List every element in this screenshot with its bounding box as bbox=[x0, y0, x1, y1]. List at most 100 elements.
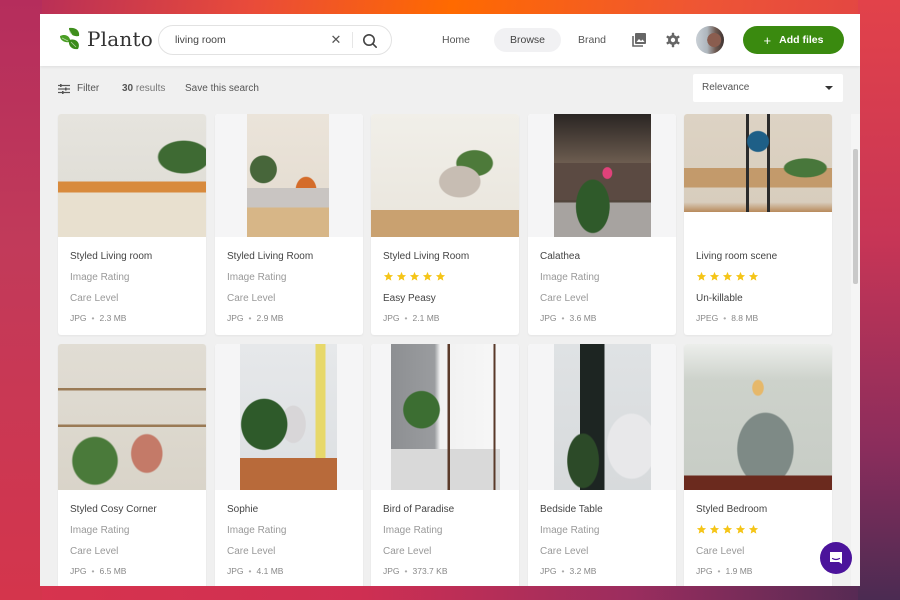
results-count: 30 results bbox=[122, 83, 165, 94]
image-card[interactable]: Calathea Image Rating Care Level JPG • 3.6… bbox=[528, 114, 676, 335]
filter-button[interactable]: Filter bbox=[58, 83, 99, 94]
living-room-photo bbox=[684, 114, 832, 212]
card-title: Styled Living Room bbox=[227, 251, 314, 262]
card-thumbnail bbox=[215, 344, 363, 490]
file-size: 3.2 MB bbox=[569, 566, 597, 576]
cosy-corner-photo bbox=[58, 344, 206, 490]
star-icon bbox=[696, 271, 707, 281]
star-icon bbox=[722, 271, 733, 281]
card-thumbnail bbox=[684, 114, 832, 237]
card-title: Sophie bbox=[227, 504, 259, 515]
top-header: Planto ✕ Home Browse Brand bbox=[40, 14, 860, 66]
card-title: Bedside Table bbox=[540, 504, 603, 515]
avatar[interactable] bbox=[696, 26, 724, 54]
card-rating: Image Rating bbox=[70, 272, 130, 283]
card-thumbnail bbox=[684, 344, 832, 490]
bedroom-photo bbox=[684, 344, 832, 490]
card-thumbnail bbox=[528, 114, 676, 237]
card-thumbnail bbox=[215, 114, 363, 237]
calathea-photo bbox=[554, 114, 651, 237]
card-thumbnail bbox=[528, 344, 676, 490]
bedside-table-photo bbox=[554, 344, 651, 490]
card-care-level: Care Level bbox=[540, 293, 589, 304]
file-size: 1.9 MB bbox=[725, 566, 753, 576]
nav-browse[interactable]: Browse bbox=[494, 28, 562, 52]
add-files-label: Add files bbox=[779, 34, 824, 46]
card-rating: Image Rating bbox=[227, 525, 287, 536]
gear-icon[interactable] bbox=[664, 31, 682, 49]
app-window: Planto ✕ Home Browse Brand bbox=[40, 14, 860, 586]
file-size: 6.5 MB bbox=[99, 566, 127, 576]
card-title: Styled Living room bbox=[70, 251, 153, 262]
image-card[interactable]: Styled Living Room Easy Peasy JPG • 2.1 MB bbox=[371, 114, 519, 335]
search-input[interactable] bbox=[175, 34, 325, 46]
logo[interactable]: Planto bbox=[58, 26, 153, 52]
card-care-level: Care Level bbox=[70, 546, 119, 557]
leaf-logo-icon bbox=[58, 26, 82, 52]
photo-library-icon[interactable] bbox=[630, 31, 648, 49]
image-card[interactable]: Bird of Paradise Image Rating Care Level… bbox=[371, 344, 519, 586]
search-icon[interactable] bbox=[360, 31, 380, 51]
search-bar: ✕ bbox=[158, 25, 392, 55]
image-card[interactable]: Sophie Image Rating Care Level JPG • 4.1 M… bbox=[215, 344, 363, 586]
card-thumbnail bbox=[371, 344, 519, 490]
card-rating: Image Rating bbox=[227, 272, 287, 283]
card-rating: Image Rating bbox=[540, 525, 600, 536]
card-title: Bird of Paradise bbox=[383, 504, 455, 515]
search-divider bbox=[352, 32, 353, 48]
image-card[interactable]: Styled Bedroom Care Level JPG • 1.9 MB bbox=[684, 344, 832, 586]
add-files-button[interactable]: + Add files bbox=[743, 26, 844, 54]
file-size: 373.7 KB bbox=[412, 566, 448, 576]
star-icon bbox=[748, 271, 759, 281]
save-search-link[interactable]: Save this search bbox=[185, 83, 259, 94]
chat-button[interactable] bbox=[820, 542, 852, 574]
card-meta: JPG • 2.1 MB bbox=[383, 313, 440, 323]
file-size: 8.8 MB bbox=[731, 313, 759, 323]
logo-text: Planto bbox=[87, 27, 153, 51]
card-thumbnail bbox=[58, 344, 206, 490]
results-number: 30 bbox=[122, 83, 134, 94]
chat-bubble-icon bbox=[830, 552, 842, 564]
card-meta: JPEG • 8.8 MB bbox=[696, 313, 759, 323]
living-room-photo bbox=[58, 114, 206, 237]
file-size: 4.1 MB bbox=[256, 566, 284, 576]
image-card[interactable]: Living room scene Un-killable JPEG • 8.8 M… bbox=[684, 114, 832, 335]
file-size: 3.6 MB bbox=[569, 313, 597, 323]
image-card[interactable]: Bedside Table Image Rating Care Level JP… bbox=[528, 344, 676, 586]
card-care-level: Care Level bbox=[540, 546, 589, 557]
image-card[interactable]: Styled Living Room Image Rating Care Lev… bbox=[215, 114, 363, 335]
nav-brand[interactable]: Brand bbox=[562, 28, 622, 52]
card-meta: JPG • 6.5 MB bbox=[70, 566, 127, 576]
image-card[interactable]: Styled Living room Image Rating Care Lev… bbox=[58, 114, 206, 335]
nav-home[interactable]: Home bbox=[426, 28, 486, 52]
sort-dropdown[interactable]: Relevance bbox=[693, 74, 843, 102]
living-room-photo bbox=[371, 114, 519, 237]
file-format: JPEG bbox=[696, 313, 719, 323]
file-format: JPG bbox=[70, 566, 87, 576]
card-title: Styled Bedroom bbox=[696, 504, 768, 515]
card-meta: JPG • 3.2 MB bbox=[540, 566, 597, 576]
star-icon bbox=[722, 524, 733, 534]
star-icon bbox=[422, 271, 433, 281]
star-rating bbox=[696, 271, 759, 282]
card-care-level: Care Level bbox=[70, 293, 119, 304]
card-care-level: Care Level bbox=[696, 546, 745, 557]
card-rating: Image Rating bbox=[70, 525, 130, 536]
star-icon bbox=[735, 271, 746, 281]
results-toolbar: Filter 30 results Save this search Relev… bbox=[40, 66, 860, 114]
image-card[interactable]: Styled Cosy Corner Image Rating Care Lev… bbox=[58, 344, 206, 586]
background-left bbox=[0, 0, 42, 600]
star-icon bbox=[383, 271, 394, 281]
file-format: JPG bbox=[540, 313, 557, 323]
close-icon[interactable]: ✕ bbox=[329, 33, 343, 47]
scrollbar-thumb[interactable] bbox=[853, 149, 858, 284]
card-meta: JPG • 4.1 MB bbox=[227, 566, 284, 576]
sort-selected: Relevance bbox=[702, 82, 750, 93]
star-rating bbox=[383, 271, 446, 282]
file-format: JPG bbox=[383, 313, 400, 323]
card-meta: JPG • 373.7 KB bbox=[383, 566, 448, 576]
card-meta: JPG • 1.9 MB bbox=[696, 566, 753, 576]
file-format: JPG bbox=[227, 313, 244, 323]
file-format: JPG bbox=[540, 566, 557, 576]
background-right bbox=[858, 0, 900, 600]
